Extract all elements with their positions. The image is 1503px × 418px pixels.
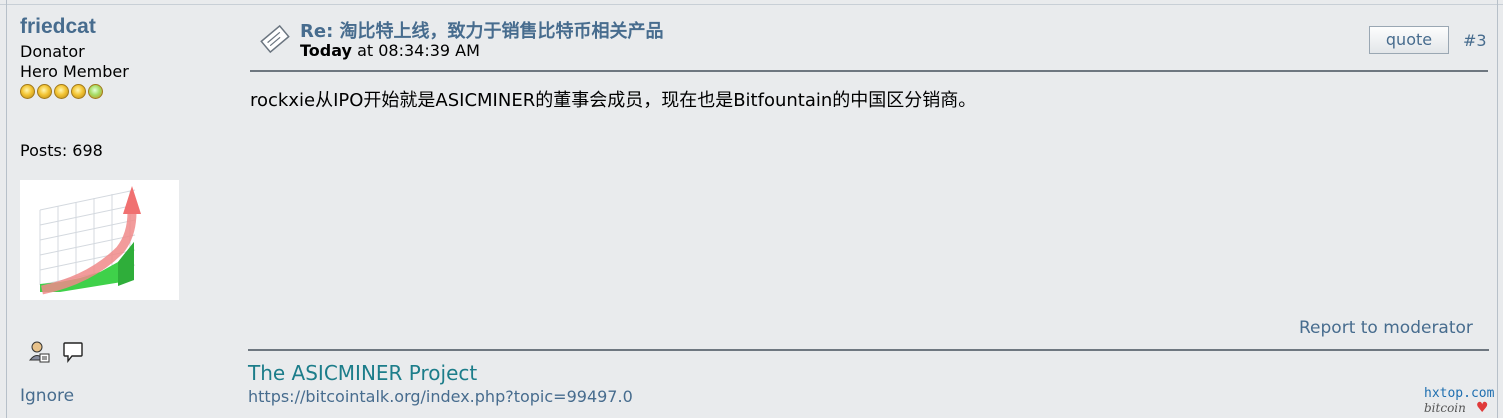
watermark-site: hxtop.com <box>1424 386 1495 401</box>
header-divider <box>250 70 1488 72</box>
post-top-border <box>0 4 1503 5</box>
watermark-sub: bitcoin <box>1424 401 1466 415</box>
post-number-link[interactable]: #3 <box>1463 31 1487 50</box>
signature-divider <box>248 349 1489 351</box>
message-icon <box>258 24 292 54</box>
star-icon <box>71 84 86 99</box>
star-icon <box>20 84 35 99</box>
signature-url-link[interactable]: https://bitcointalk.org/index.php?topic=… <box>248 387 633 406</box>
growth-chart-avatar-icon <box>39 186 141 295</box>
post-subject[interactable]: Re: 淘比特上线，致力于销售比特币相关产品 <box>300 17 664 43</box>
post-body: rockxie从IPO开始就是ASICMINER的董事会成员，现在也是Bitfo… <box>250 90 977 111</box>
report-to-moderator-link[interactable]: Report to moderator <box>1299 318 1473 338</box>
quote-button[interactable]: quote <box>1369 26 1449 54</box>
poster-rank: Hero Member <box>20 62 129 81</box>
star-icon <box>88 84 103 99</box>
star-icon <box>37 84 52 99</box>
poster-name-link[interactable]: friedcat <box>20 15 96 39</box>
post-date-time: at 08:34:39 AM <box>357 41 480 60</box>
speech-bubble-icon[interactable] <box>62 340 84 364</box>
post-left-border <box>6 0 7 418</box>
heart-icon: ♥ <box>1476 400 1489 416</box>
post-date-day: Today <box>300 41 352 60</box>
poster-post-count: Posts: 698 <box>20 141 103 160</box>
rank-stars <box>20 84 103 102</box>
forum-post: friedcat Donator Hero Member Posts: 698 <box>0 0 1503 418</box>
profile-icon[interactable] <box>28 340 50 364</box>
ignore-link[interactable]: Ignore <box>20 386 74 406</box>
avatar <box>20 180 179 300</box>
post-date: Today at 08:34:39 AM <box>300 41 480 60</box>
poster-group: Donator <box>20 42 85 61</box>
post-right-border <box>1497 0 1498 418</box>
signature-title-link[interactable]: The ASICMINER Project <box>248 361 477 385</box>
star-icon <box>54 84 69 99</box>
